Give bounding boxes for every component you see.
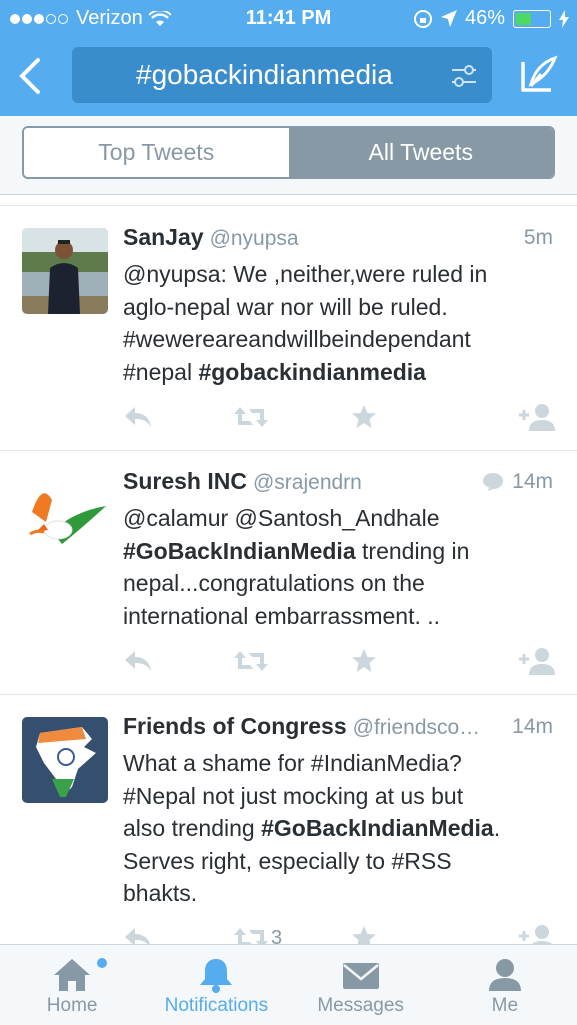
nav-header: Verizon 11:41 PM 46% #gobackindianmedia — [0, 0, 577, 116]
author-handle: @srajendrn — [252, 471, 362, 494]
tweet-actions — [123, 402, 555, 432]
tweet-text: @nyupsa: We ,neither,were ruled in aglo-… — [123, 258, 543, 388]
author-name: Suresh INC — [123, 468, 247, 494]
tweets-filter-segmented-control: Top Tweets All Tweets — [22, 126, 555, 179]
tweet-text-span: also trending — [123, 815, 262, 841]
tab-bar: Home Notifications Messages Me — [0, 944, 577, 1025]
time-label: 14m — [512, 470, 553, 493]
follow-icon[interactable] — [517, 402, 555, 432]
top-tweets-tab[interactable]: Top Tweets — [24, 128, 289, 177]
favorite-icon[interactable] — [351, 402, 377, 432]
tweet-line: #GoBackIndianMedia trending in — [123, 535, 543, 568]
envelope-icon — [342, 963, 379, 989]
new-activity-dot — [97, 958, 107, 968]
all-tweets-tab[interactable]: All Tweets — [288, 128, 553, 177]
tweet-line: #wewereareandwillbeindependant — [123, 326, 471, 352]
tweet-text-span: . — [493, 815, 501, 841]
author-name: SanJay — [123, 224, 204, 250]
tweet-line: aglo-nepal war nor will be ruled. — [123, 293, 448, 320]
tweet-line: international embarrassment. .. — [123, 602, 441, 629]
tweet-line: bhakts. — [123, 880, 198, 906]
tweet-timestamp: 14m — [512, 715, 553, 739]
tweet-line: #Nepal not just mocking at us but — [123, 782, 464, 809]
tab-label: Notifications — [164, 995, 269, 1016]
hashtag[interactable]: #nepal — [123, 359, 198, 385]
tab-messages[interactable]: Messages — [289, 945, 433, 1025]
tweet-text: What a shame for #IndianMedia? #Nepal no… — [123, 747, 543, 910]
tweet-timestamp: 5m — [524, 226, 553, 250]
status-bar: Verizon 11:41 PM 46% — [0, 0, 577, 36]
avatar[interactable] — [22, 228, 108, 314]
tweet-author[interactable]: SanJay @nyupsa — [123, 224, 299, 251]
author-name: Friends of Congress — [123, 713, 347, 739]
tweet[interactable]: SanJay @nyupsa 5m @nyupsa: We ,neither,we… — [0, 205, 577, 451]
tweet-line: also trending #GoBackIndianMedia. — [123, 812, 543, 845]
hashtag-highlight[interactable]: #GoBackIndianMedia — [261, 815, 494, 841]
tweet-author[interactable]: Friends of Congress @friendsco… — [123, 713, 480, 740]
tweet-author[interactable]: Suresh INC @srajendrn — [123, 468, 362, 495]
compose-tweet-icon[interactable] — [517, 54, 559, 94]
tweet[interactable]: Friends of Congress @friendsco… 14m What … — [0, 695, 577, 952]
author-handle: @nyupsa — [209, 227, 299, 250]
tab-home[interactable]: Home — [0, 945, 144, 1025]
favorite-icon[interactable] — [351, 646, 377, 676]
bell-icon — [200, 959, 233, 993]
tweet-line: nepal...congratulations on the — [123, 570, 425, 596]
tweet-line: #nepal #gobackindianmedia — [123, 356, 543, 389]
tweet-actions — [123, 646, 555, 676]
tweet-text-span: trending in — [355, 537, 470, 564]
time-label: 14m — [512, 715, 553, 738]
tweet-text: @calamur @Santosh_Andhale #GoBackIndianM… — [123, 502, 543, 632]
tweet-line: What a shame for #IndianMedia? — [123, 750, 462, 776]
tab-notifications[interactable]: Notifications — [144, 945, 288, 1025]
avatar[interactable] — [22, 717, 108, 803]
home-icon — [54, 959, 91, 991]
search-query[interactable]: #gobackindianmedia — [136, 59, 436, 91]
avatar[interactable] — [22, 472, 108, 558]
segment-bar: Top Tweets All Tweets — [0, 116, 577, 195]
tweet-timestamp: 14m — [482, 470, 553, 494]
tweet-line: @calamur @Santosh_Andhale — [123, 505, 440, 531]
filter-icon[interactable] — [450, 63, 478, 89]
conversation-icon — [483, 473, 504, 491]
tweet[interactable]: Suresh INC @srajendrn 14m @calamur @Santo… — [0, 450, 577, 695]
profile-icon — [488, 959, 521, 991]
reply-icon[interactable] — [123, 402, 153, 432]
charging-icon — [559, 9, 569, 28]
back-button[interactable] — [16, 56, 46, 96]
tweet-line: Serves right, especially to #RSS — [123, 847, 452, 874]
tab-label: Home — [46, 995, 98, 1016]
retweet-icon[interactable] — [233, 402, 269, 432]
retweet-icon[interactable] — [233, 646, 269, 676]
follow-icon[interactable] — [517, 646, 555, 676]
tab-label: Me — [491, 995, 519, 1016]
hashtag-highlight[interactable]: #GoBackIndianMedia — [123, 538, 356, 564]
tab-label: Messages — [317, 995, 404, 1016]
tab-me[interactable]: Me — [433, 945, 577, 1025]
battery-percent: 46% — [464, 7, 505, 29]
hashtag-highlight[interactable]: #gobackindianmedia — [198, 359, 426, 385]
author-handle: @friendsco… — [352, 716, 481, 739]
rotation-lock-icon — [413, 9, 432, 28]
time-label: 5m — [523, 226, 553, 249]
search-field[interactable]: #gobackindianmedia — [72, 47, 492, 103]
battery-icon — [513, 9, 551, 28]
location-icon — [440, 9, 457, 27]
tweet-line: @nyupsa: We ,neither,were ruled in — [123, 261, 488, 287]
reply-icon[interactable] — [123, 646, 153, 676]
